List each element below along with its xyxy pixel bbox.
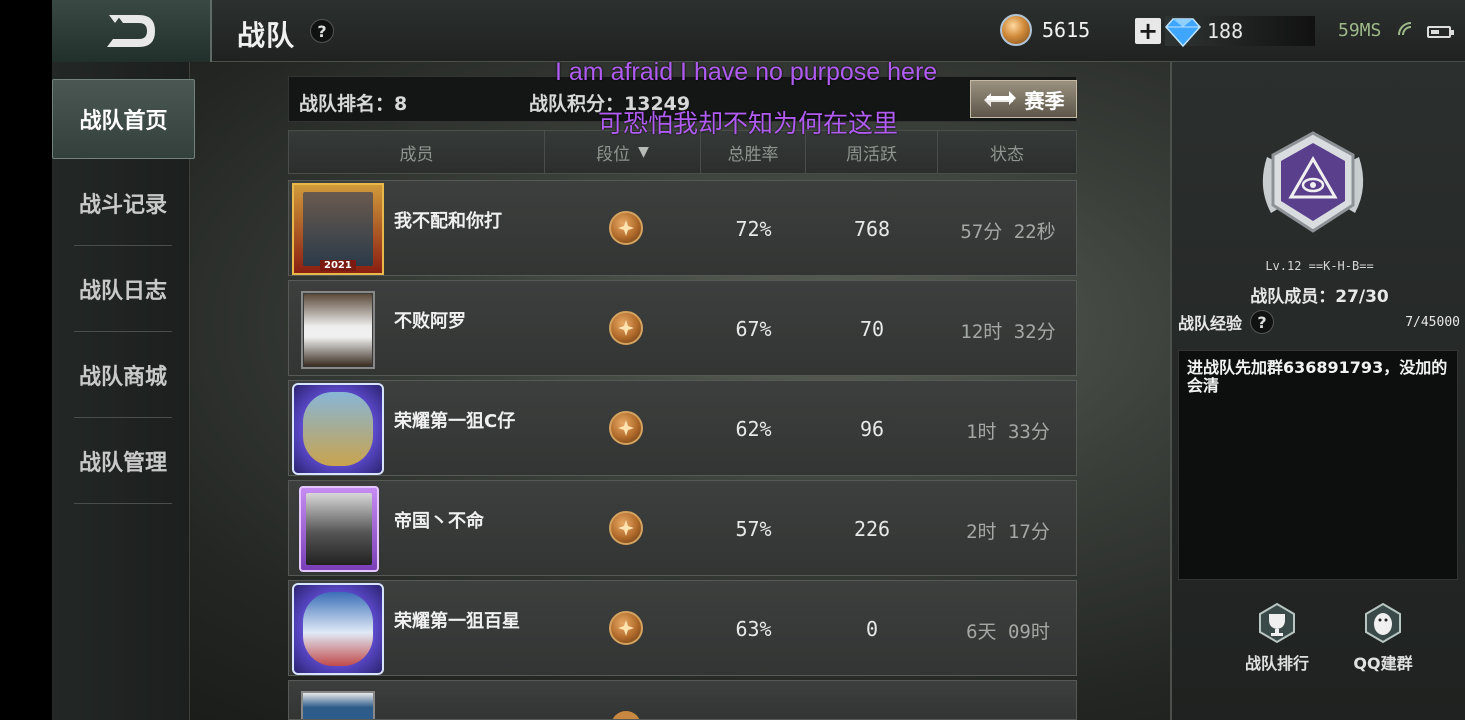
coin-icon <box>1000 14 1032 46</box>
member-status: 12时 32分 <box>960 321 1056 343</box>
page-title: 战队 <box>237 19 296 52</box>
member-status: 6天 09时 <box>966 621 1050 643</box>
rank-badge-icon <box>609 311 643 345</box>
member-win-rate: 72% <box>735 217 772 241</box>
avatar-year: 2021 <box>320 260 356 271</box>
rank-badge-icon <box>611 711 641 719</box>
coin-counter: 5615 <box>1000 14 1091 46</box>
ping-indicator: 59MS <box>1338 20 1382 41</box>
team-exp-row: 战队经验 ? 7/45000 <box>1178 308 1460 336</box>
exp-help-icon[interactable]: ? <box>1250 310 1275 334</box>
coin-value: 5615 <box>1042 18 1091 42</box>
team-notice: 进战队先加群636891793，没加的会清 <box>1178 350 1458 580</box>
team-exp-value: 7/45000 <box>1405 314 1460 330</box>
member-weekly: 70 <box>859 317 885 341</box>
avatar <box>304 294 372 366</box>
sidebar-item-team-log[interactable]: 战队日志 <box>74 246 172 332</box>
back-icon <box>107 15 155 47</box>
avatar <box>306 493 372 565</box>
avatar <box>303 392 373 466</box>
sidebar-item-shop[interactable]: 战队商城 <box>74 332 172 418</box>
avatar <box>303 592 373 666</box>
member-status: 2时 17分 <box>966 521 1050 543</box>
swap-arrows-icon <box>983 91 1016 107</box>
avatar <box>301 691 375 719</box>
team-exp-label: 战队经验 <box>1178 314 1243 333</box>
rank-badge-icon <box>609 211 643 245</box>
member-win-rate: 63% <box>735 617 772 641</box>
member-win-rate: 67% <box>735 317 772 341</box>
team-ranking-label: 战队排行 <box>1244 654 1309 673</box>
table-row[interactable]: 荣耀第一狙C仔 62% 96 1时 33分 <box>288 380 1077 476</box>
avatar <box>303 192 373 266</box>
member-name: 荣耀第一狙C仔 <box>394 411 516 432</box>
member-weekly: 768 <box>853 217 891 241</box>
battery-icon <box>1427 26 1454 38</box>
signal-icon <box>1398 22 1412 36</box>
back-button[interactable] <box>52 0 212 62</box>
col-rank: 段位 <box>596 144 631 165</box>
member-name: 荣耀第一狙百星 <box>394 611 520 632</box>
trophy-icon <box>1256 602 1298 644</box>
member-name: 帝国丶不命 <box>394 511 484 532</box>
rank-badge-icon <box>609 411 643 445</box>
gem-value: 188 <box>1207 19 1244 43</box>
member-weekly: 226 <box>853 517 891 541</box>
qq-group-button[interactable]: QQ建群 <box>1338 602 1428 674</box>
sidebar-item-battle-log[interactable]: 战斗记录 <box>74 160 172 246</box>
diamond-icon <box>1165 18 1201 47</box>
add-currency-button[interactable]: + <box>1135 18 1161 44</box>
screen: 战队 ? 5615 + 188 59MS 战队首页 战斗记录 战队日志 战队商城… <box>0 0 1465 720</box>
sort-down-icon: ▼ <box>638 144 649 160</box>
member-status: 57分 22秒 <box>960 221 1056 243</box>
rank-badge-icon <box>609 511 643 545</box>
col-status: 状态 <box>990 144 1024 165</box>
subtitle-english: I am afraid I have no purpose here <box>555 58 938 86</box>
sidebar-item-home[interactable]: 战队首页 <box>52 79 195 159</box>
qq-group-label: QQ建群 <box>1353 654 1413 673</box>
member-name: 我不配和你打 <box>394 211 502 232</box>
top-bar: 战队 ? 5615 + 188 59MS <box>52 0 1465 62</box>
table-row[interactable]: 不败阿罗 67% 70 12时 32分 <box>288 280 1077 376</box>
table-row[interactable]: 帝国丶不命 57% 226 2时 17分 <box>288 480 1077 576</box>
title-help-icon[interactable]: ? <box>310 19 334 43</box>
team-rank: 战队排名：8 <box>299 93 408 115</box>
member-name: 不败阿罗 <box>394 311 466 332</box>
table-row-partial[interactable] <box>288 680 1077 720</box>
member-win-rate: 57% <box>735 517 772 541</box>
rank-badge-icon <box>609 611 643 645</box>
member-status: 1时 33分 <box>966 421 1050 443</box>
sidebar: 战队首页 战斗记录 战队日志 战队商城 战队管理 <box>52 62 195 720</box>
col-member: 成员 <box>289 131 545 173</box>
member-weekly: 96 <box>859 417 885 441</box>
member-win-rate: 62% <box>735 417 772 441</box>
team-ranking-button[interactable]: 战队排行 <box>1232 602 1322 674</box>
avatar-frame <box>292 383 384 475</box>
member-weekly: 0 <box>865 617 879 641</box>
table-row[interactable]: 荣耀第一狙百星 63% 0 6天 09时 <box>288 580 1077 676</box>
avatar-frame <box>299 486 379 572</box>
avatar-frame: 2021 <box>292 183 384 275</box>
season-button-label: 赛季 <box>1024 88 1065 113</box>
gem-counter: 188 <box>1165 16 1315 47</box>
subtitle-chinese: 可恐怕我却不知为何在这里 <box>598 110 899 138</box>
sidebar-item-manage[interactable]: 战队管理 <box>74 418 172 504</box>
team-level: Lv.12 ==K-H-B== <box>1265 259 1374 273</box>
avatar-frame <box>292 583 384 675</box>
table-row[interactable]: 2021 我不配和你打 72% 768 57分 22秒 <box>288 180 1077 276</box>
season-button[interactable]: 赛季 <box>970 80 1077 118</box>
team-member-count: 战队成员：27/30 <box>1250 287 1389 307</box>
team-info-panel: Lv.12 ==K-H-B== 战队成员：27/30 战队经验 ? 7/4500… <box>1170 62 1465 720</box>
penguin-icon <box>1362 602 1404 644</box>
avatar-frame <box>301 291 375 369</box>
team-emblem-icon <box>1262 131 1364 233</box>
